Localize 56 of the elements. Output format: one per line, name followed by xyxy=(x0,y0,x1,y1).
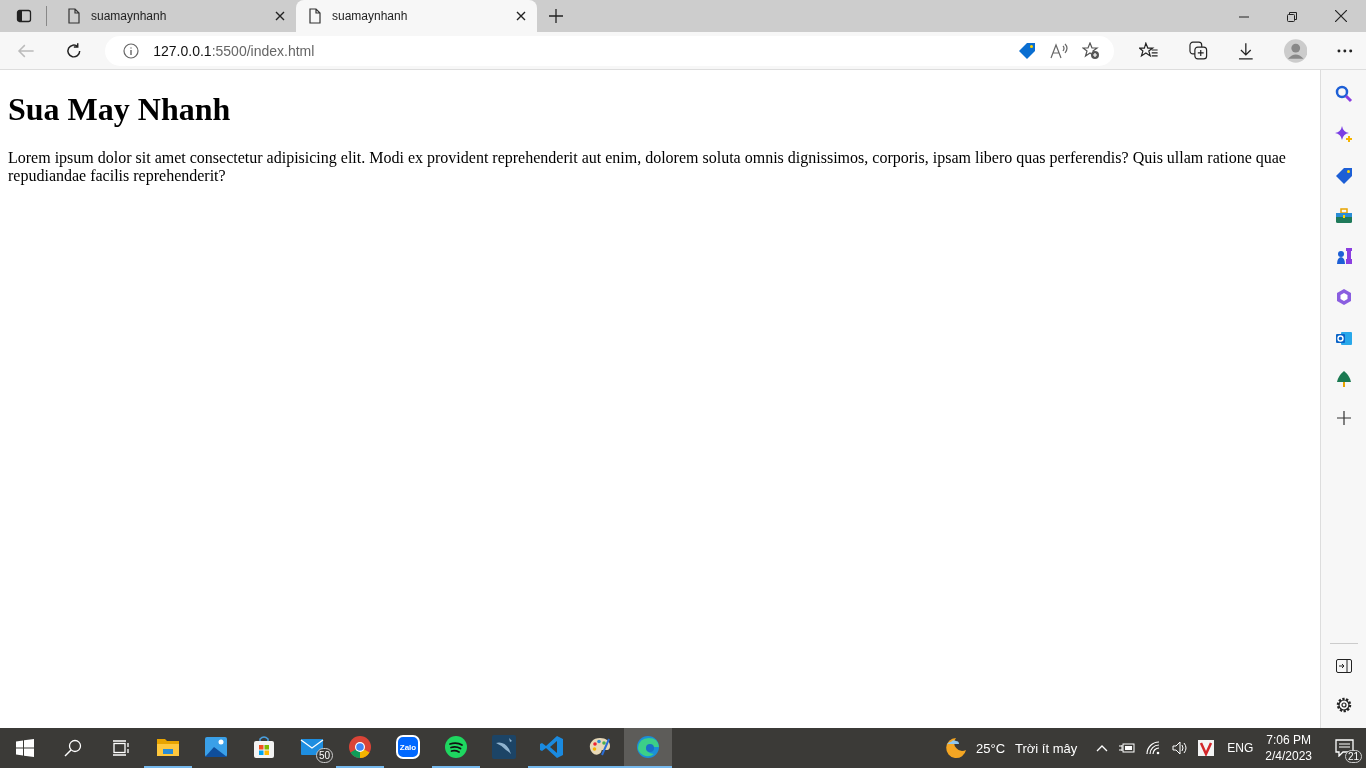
code-editor-icon xyxy=(540,735,564,759)
close-icon[interactable] xyxy=(1335,10,1347,22)
speaker-icon[interactable] xyxy=(1172,741,1189,755)
page-icon xyxy=(308,8,322,24)
sparkle-icon[interactable] xyxy=(1334,126,1353,144)
url-text: 127.0.0.1:5500/index.html xyxy=(153,42,315,59)
toolbox-icon[interactable] xyxy=(1334,208,1353,224)
clock[interactable]: 7:06 PM 2/4/2023 xyxy=(1265,732,1312,764)
date-text: 2/4/2023 xyxy=(1265,748,1312,764)
info-icon xyxy=(123,42,140,59)
language-indicator[interactable]: ENG xyxy=(1227,741,1254,755)
more-icon[interactable] xyxy=(1337,48,1353,53)
new-tab-icon[interactable] xyxy=(549,9,563,23)
search-icon[interactable] xyxy=(1334,85,1353,103)
unread-count-badge: 50 xyxy=(315,748,333,763)
address-bar[interactable]: 127.0.0.1:5500/index.html xyxy=(105,35,1115,66)
chat-app-icon: Zalo xyxy=(396,735,420,759)
time-text: 7:06 PM xyxy=(1266,732,1311,748)
photo-landscape-icon xyxy=(204,736,228,758)
star-add-icon[interactable] xyxy=(1082,41,1101,60)
taskbar-app[interactable]: Zalo xyxy=(384,728,432,768)
search-icon[interactable] xyxy=(64,739,82,757)
browser-tab[interactable]: suamaynhanh xyxy=(296,0,537,32)
download-icon[interactable] xyxy=(1238,41,1254,60)
profile-avatar-icon[interactable] xyxy=(1283,38,1308,63)
notification-count-badge: 21 xyxy=(1344,750,1362,763)
task-view-icon[interactable] xyxy=(112,740,130,756)
page-heading: Sua May Nhanh xyxy=(8,91,232,128)
restore-icon[interactable] xyxy=(1287,12,1297,22)
price-tag-icon[interactable] xyxy=(1018,41,1037,60)
antivirus-icon[interactable] xyxy=(1198,740,1215,756)
folder-icon xyxy=(156,736,180,758)
chevron-up-icon[interactable] xyxy=(1096,744,1109,752)
weather-moon-cloud-icon[interactable] xyxy=(944,736,968,760)
windows-start-icon[interactable] xyxy=(16,739,34,757)
page-icon xyxy=(67,8,81,24)
collections-icon[interactable] xyxy=(1188,40,1209,61)
tree-icon[interactable] xyxy=(1334,370,1353,388)
shopping-bag-icon xyxy=(252,735,276,759)
read-aloud-icon[interactable] xyxy=(1050,42,1069,59)
favorites-icon[interactable] xyxy=(1139,41,1159,60)
close-icon[interactable] xyxy=(274,10,286,22)
tag-icon[interactable] xyxy=(1334,167,1353,185)
tab-actions-icon[interactable] xyxy=(16,8,32,24)
settings-icon[interactable] xyxy=(1334,696,1353,714)
add-icon[interactable] xyxy=(1336,411,1351,425)
weather-condition-text[interactable]: Trời ít mây xyxy=(1015,740,1078,756)
close-icon[interactable] xyxy=(515,10,527,22)
temperature-text[interactable]: 25°C xyxy=(976,740,1006,756)
page-paragraph: Lorem ipsum dolor sit amet consectetur adipisicing elit. Modi ex provident reprehenderit aut enim, dolorem soluta omnis dignissimos, corporis, ipsam libero quas perferendis? Quis ullam ratione quae repudiandae facilis reprehenderit? xyxy=(8,149,1287,185)
taskbar-app[interactable]: 50 xyxy=(288,728,336,768)
split-panel-icon[interactable] xyxy=(1335,659,1352,673)
refresh-icon[interactable] xyxy=(64,41,83,60)
browser-tab[interactable]: suamaynhanh xyxy=(55,0,296,32)
chess-pieces-icon[interactable] xyxy=(1334,247,1353,265)
battery-charging-icon[interactable] xyxy=(1118,742,1137,754)
